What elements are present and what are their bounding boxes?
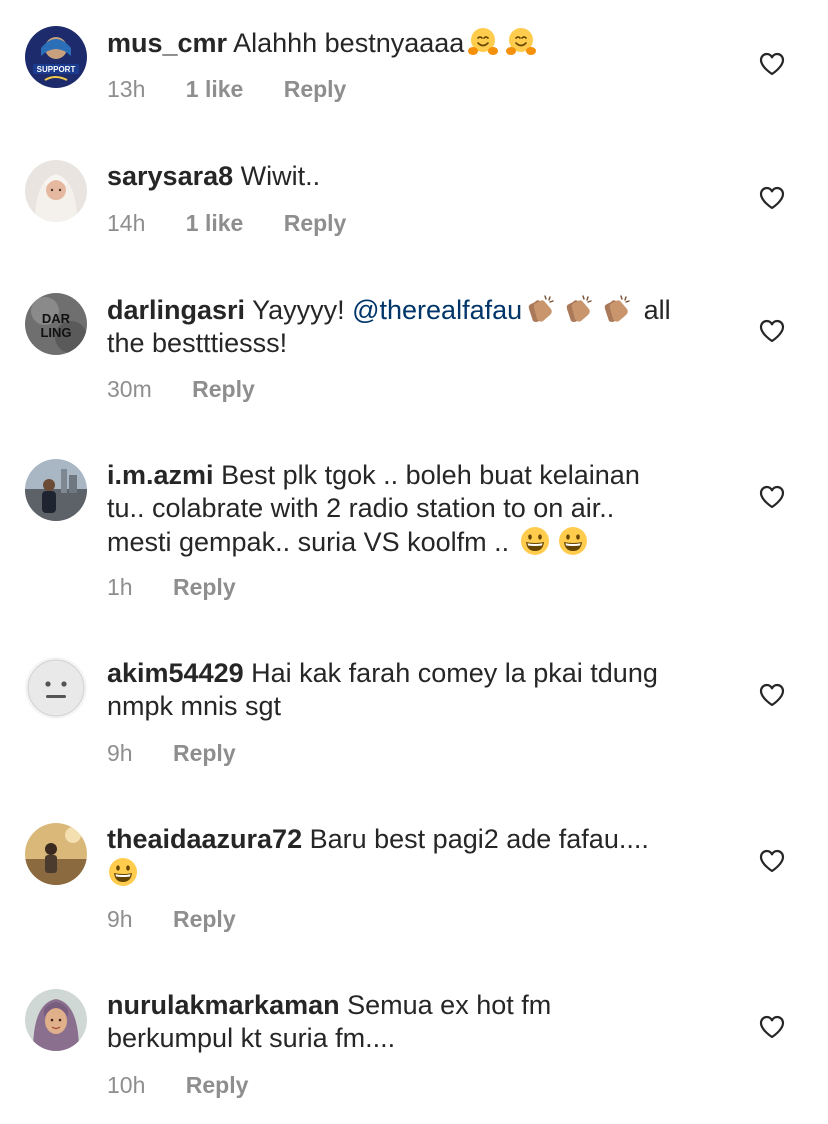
username[interactable]: mus_cmr [107,28,227,58]
comment-text: theaidaazura72 Baru best pagi2 ade fafau… [107,823,727,890]
comment-message: Semua ex hot fm [347,990,552,1020]
comment-text: sarysara8 Wiwit.. [107,160,727,193]
avatar[interactable] [25,989,87,1051]
comment-text: akim54429 Hai kak farah comey la pkai td… [107,657,727,723]
comment-message: Baru best pagi2 ade fafau.... [309,824,649,854]
reply-button[interactable]: Reply [173,906,236,932]
comment-text: nurulakmarkaman Semua ex hot fm berkumpu… [107,989,727,1055]
username[interactable]: akim54429 [107,658,244,688]
hugging-face-emoji-icon [467,26,499,58]
grinning-face-emoji-icon [519,525,551,557]
reply-button[interactable]: Reply [284,210,347,236]
avatar[interactable] [25,657,87,719]
avatar[interactable]: DAR LING [25,293,87,355]
timestamp: 1h [107,574,133,600]
like-heart-icon[interactable] [759,319,785,343]
comment-text: darlingasri Yayyyy! @therealfafau all th… [107,293,727,360]
clapping-hands-emoji-icon [525,293,557,325]
clapping-hands-emoji-icon [563,293,595,325]
username[interactable]: theaidaazura72 [107,824,302,854]
comment-message: nmpk mnis sgt [107,691,282,721]
like-count[interactable]: 1 like [186,76,244,102]
reply-button[interactable]: Reply [284,76,347,102]
like-heart-icon[interactable] [759,52,785,76]
comment-meta: 30m Reply [107,375,255,403]
comment-text: mus_cmr Alahhh bestnyaaaa [107,26,727,60]
timestamp: 14h [107,210,146,236]
timestamp: 13h [107,76,146,102]
username[interactable]: nurulakmarkaman [107,990,340,1020]
reply-button[interactable]: Reply [173,574,236,600]
svg-text:LING: LING [40,325,71,340]
comment-meta: 1h Reply [107,573,236,601]
timestamp: 9h [107,740,133,766]
like-heart-icon[interactable] [759,186,785,210]
like-count[interactable]: 1 like [186,210,244,236]
comment-meta: 10h Reply [107,1071,248,1099]
username[interactable]: i.m.azmi [107,460,214,490]
timestamp: 9h [107,906,133,932]
grinning-face-emoji-icon [107,856,139,888]
clapping-hands-emoji-icon [601,293,633,325]
svg-text:DAR: DAR [42,311,71,326]
comment-message: mesti gempak.. suria VS koolfm .. [107,527,510,557]
reply-button[interactable]: Reply [173,740,236,766]
comment-message: berkumpul kt suria fm.... [107,1023,396,1053]
comment-message: Best plk tgok .. boleh buat kelainan [221,460,640,490]
comment-message: Wiwit.. [240,161,321,191]
comment-message: the bestttiesss! [107,328,288,358]
like-heart-icon[interactable] [759,485,785,509]
timestamp: 10h [107,1072,146,1098]
comment-text: i.m.azmi Best plk tgok .. boleh buat kel… [107,459,727,559]
hugging-face-emoji-icon [505,26,537,58]
avatar[interactable] [25,160,87,222]
like-heart-icon[interactable] [759,1015,785,1039]
avatar[interactable] [25,459,87,521]
comment-meta: 14h 1 like Reply [107,209,346,237]
reply-button[interactable]: Reply [186,1072,249,1098]
avatar[interactable] [25,823,87,885]
comment-message: all [643,295,671,325]
avatar[interactable]: SUPPORT [25,26,87,88]
comment-message: Yayyyy! [252,295,345,325]
reply-button[interactable]: Reply [192,376,255,402]
username[interactable]: darlingasri [107,295,245,325]
svg-text:SUPPORT: SUPPORT [37,65,76,74]
comment-message: tu.. colabrate with 2 radio station to o… [107,493,615,523]
like-heart-icon[interactable] [759,849,785,873]
comment-meta: 9h Reply [107,905,236,933]
like-heart-icon[interactable] [759,683,785,707]
comment-message: Hai kak farah comey la pkai tdung [251,658,658,688]
comment-message: Alahhh bestnyaaaa [233,28,465,58]
comment-meta: 9h Reply [107,739,236,767]
timestamp: 30m [107,376,152,402]
user-mention-link[interactable]: @therealfafau [352,295,522,325]
grinning-face-emoji-icon [557,525,589,557]
comment-meta: 13h 1 like Reply [107,75,346,103]
username[interactable]: sarysara8 [107,161,233,191]
